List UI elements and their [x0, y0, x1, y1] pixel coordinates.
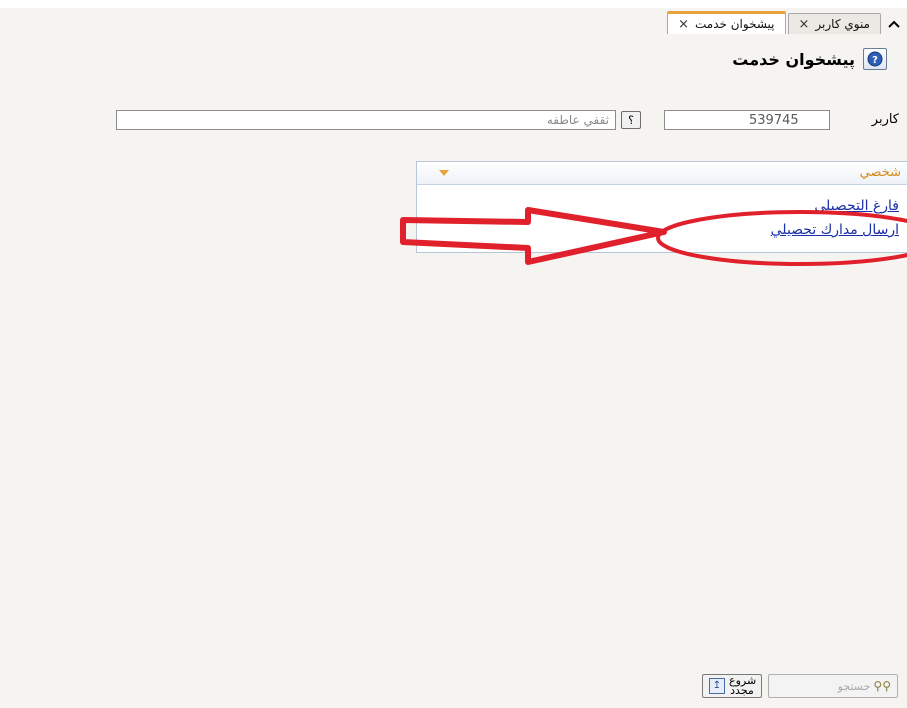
close-icon[interactable]: × [678, 17, 689, 32]
restart-button[interactable]: ↥ شروع مجدد [702, 674, 762, 698]
bottom-bar: ↥ شروع مجدد جستجو ⚲⚲ [0, 674, 907, 702]
send-documents-link[interactable]: ارسال مدارك تحصيلي [771, 222, 899, 238]
search-button[interactable]: جستجو ⚲⚲ [768, 674, 898, 698]
user-name-field[interactable] [116, 110, 616, 130]
svg-text:?: ? [872, 55, 878, 66]
user-row: كاربر ؟ [0, 110, 907, 134]
search-label: جستجو [837, 679, 871, 693]
tab-bar: × پيشخوان خدمت × منوي كاربر [667, 10, 903, 34]
lookup-button[interactable]: ؟ [621, 111, 641, 129]
chevron-down-icon[interactable] [439, 170, 449, 176]
tab-service-desk[interactable]: × پيشخوان خدمت [667, 11, 786, 34]
panel-title: شخصي [859, 165, 901, 180]
top-strip [0, 0, 907, 8]
restart-icon: ↥ [709, 678, 725, 694]
user-id-field[interactable] [664, 110, 830, 130]
restart-label: شروع مجدد [729, 674, 757, 697]
personal-panel: شخصي فارغ التحصيلي ارسال مدارك تحصيلي [416, 161, 907, 253]
help-icon[interactable]: ? [863, 48, 887, 70]
user-label: كاربر [871, 112, 899, 127]
red-annotation [400, 207, 907, 266]
tab-label: منوي كاربر [815, 17, 870, 31]
chevron-up-icon[interactable] [885, 14, 903, 34]
binoculars-icon: ⚲⚲ [873, 679, 891, 693]
tab-label: پيشخوان خدمت [695, 17, 775, 31]
panel-header[interactable]: شخصي [417, 162, 907, 185]
page-header: ? پيشخوان خدمت [732, 48, 887, 70]
page-title: پيشخوان خدمت [732, 49, 855, 69]
tab-user-menu[interactable]: × منوي كاربر [787, 13, 881, 34]
close-icon[interactable]: × [799, 17, 810, 32]
graduation-link[interactable]: فارغ التحصيلي [814, 198, 899, 214]
